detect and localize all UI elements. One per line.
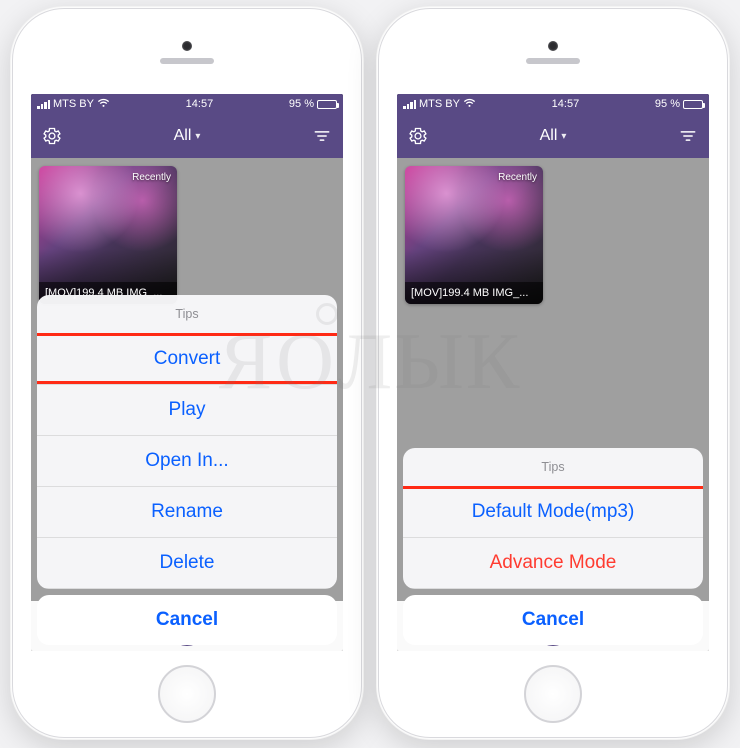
screen-right: MTS BY 14:57 95 % [397,94,709,651]
battery-icon [317,100,337,109]
action-sheet-item-play[interactable]: Play [37,385,337,436]
content-area: — — Recently [MOV]199.4 MB IMG_... Tips [31,158,343,651]
action-sheet-item-rename[interactable]: Rename [37,487,337,538]
chevron-down-icon: ▾ [195,131,200,142]
nav-title-label: All [540,127,558,145]
clock-label: 14:57 [186,98,214,110]
earpiece-speaker [526,58,580,64]
filter-icon [312,126,332,146]
action-sheet-cancel[interactable]: Cancel [403,595,703,645]
battery-percent-label: 95 % [655,98,680,110]
gear-icon [408,126,428,146]
filter-button[interactable] [311,125,333,147]
phone-frame-left: MTS BY 14:57 95 % [10,6,364,740]
cell-signal-icon [37,99,50,109]
action-sheet-header: Tips [37,295,337,334]
action-sheet-item-label: Rename [151,501,223,522]
action-sheet-item-open-in[interactable]: Open In... [37,436,337,487]
action-sheet-item-advance-mode[interactable]: Advance Mode [403,538,703,589]
action-sheet-header: Tips [403,448,703,487]
home-button[interactable] [524,665,582,723]
wifi-icon [463,98,476,111]
filter-icon [678,126,698,146]
gear-icon [42,126,62,146]
action-sheet-item-default-mode[interactable]: Default Mode(mp3) [403,487,703,538]
settings-button[interactable] [407,125,429,147]
nav-bar: All ▾ [31,114,343,158]
settings-button[interactable] [41,125,63,147]
clock-label: 14:57 [552,98,580,110]
screen-left: MTS BY 14:57 95 % [31,94,343,651]
action-sheet-item-label: Default Mode(mp3) [472,501,635,522]
action-sheet: Tips Convert Play Open In... Re [37,295,337,645]
action-sheet-group: Tips Default Mode(mp3) Advance Mode [403,448,703,589]
carrier-label: MTS BY [53,98,94,110]
content-area: — — Recently [MOV]199.4 MB IMG_... Tips [397,158,709,651]
action-sheet-item-label: Open In... [145,450,228,471]
chevron-down-icon: ▾ [561,131,566,142]
battery-icon [683,100,703,109]
action-sheet-item-label: Play [169,399,206,420]
phone-frame-right: MTS BY 14:57 95 % [376,6,730,740]
nav-title[interactable]: All ▾ [174,127,201,145]
cell-signal-icon [403,99,416,109]
action-sheet-group: Tips Convert Play Open In... Re [37,295,337,589]
action-sheet-item-label: Delete [160,552,215,573]
earpiece-speaker [160,58,214,64]
action-sheet-item-label: Advance Mode [490,552,617,573]
action-sheet-cancel[interactable]: Cancel [37,595,337,645]
filter-button[interactable] [677,125,699,147]
battery-percent-label: 95 % [289,98,314,110]
cancel-label: Cancel [156,609,218,630]
phone-sensors [13,41,361,51]
front-camera-icon [548,41,558,51]
nav-title[interactable]: All ▾ [540,127,567,145]
phone-sensors [379,41,727,51]
home-button[interactable] [158,665,216,723]
cancel-label: Cancel [522,609,584,630]
status-bar: MTS BY 14:57 95 % [31,94,343,114]
nav-bar: All ▾ [397,114,709,158]
action-sheet-item-delete[interactable]: Delete [37,538,337,589]
action-sheet-item-label: Convert [154,348,221,369]
wifi-icon [97,98,110,111]
action-sheet: Tips Default Mode(mp3) Advance Mode Ca [403,448,703,645]
nav-title-label: All [174,127,192,145]
front-camera-icon [182,41,192,51]
status-bar: MTS BY 14:57 95 % [397,94,709,114]
carrier-label: MTS BY [419,98,460,110]
action-sheet-item-convert[interactable]: Convert [37,334,337,385]
